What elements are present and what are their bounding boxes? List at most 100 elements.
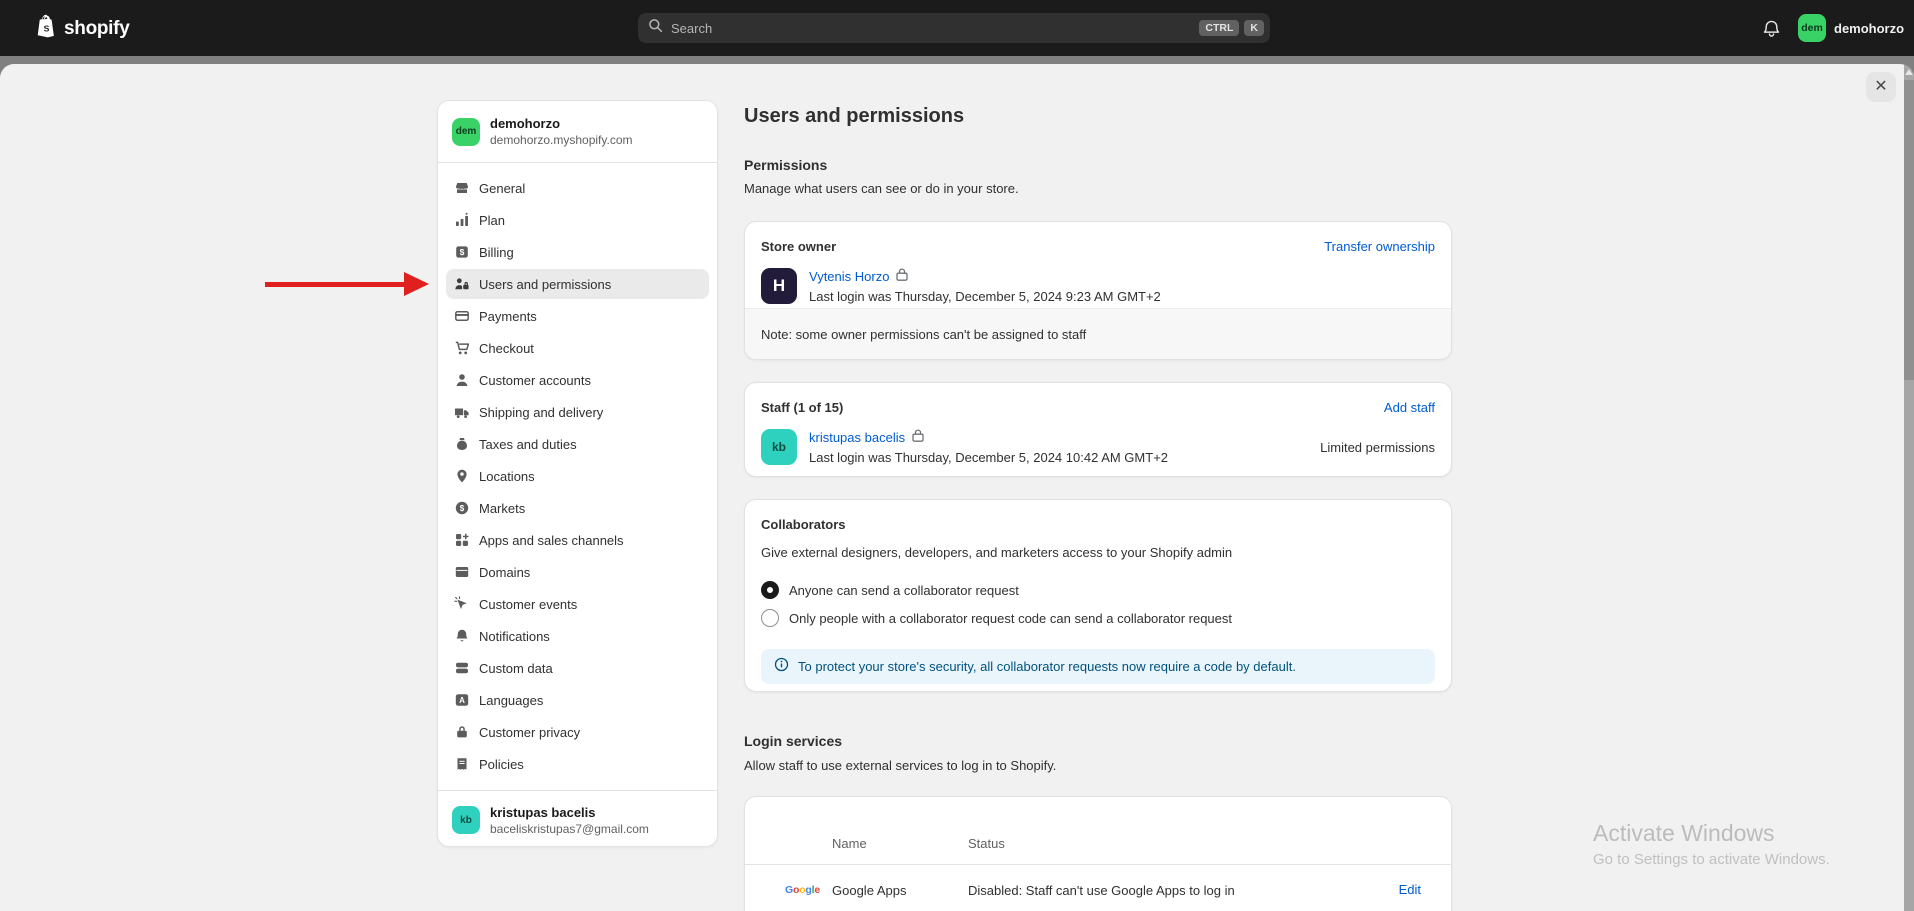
sidebar-item-label: Apps and sales channels (479, 533, 624, 548)
document-icon (454, 756, 470, 772)
shopify-bag-icon: S (34, 14, 57, 44)
sidebar-item-label: Markets (479, 501, 525, 516)
service-status: Disabled: Staff can't use Google Apps to… (968, 883, 1351, 898)
sidebar-item-locations[interactable]: Locations (446, 461, 709, 491)
payment-card-icon (454, 308, 470, 324)
sidebar-item-apps-and-sales-channels[interactable]: Apps and sales channels (446, 525, 709, 555)
sidebar-item-domains[interactable]: Domains (446, 557, 709, 587)
topbar: S shopify Search CTRL K dem demohorzo (0, 0, 1914, 56)
settings-sidebar: dem demohorzo demohorzo.myshopify.com Ge… (437, 100, 718, 847)
sidebar-item-label: Custom data (479, 661, 553, 676)
scrollbar-thumb[interactable] (1904, 80, 1914, 380)
shopify-logo[interactable]: S shopify (34, 14, 129, 44)
sidebar-item-notifications[interactable]: Notifications (446, 621, 709, 651)
sidebar-item-label: General (479, 181, 525, 196)
store-header[interactable]: dem demohorzo demohorzo.myshopify.com (438, 101, 717, 163)
staff-heading: Staff (1 of 15) (761, 399, 843, 417)
sidebar-item-label: Languages (479, 693, 543, 708)
transfer-ownership-link[interactable]: Transfer ownership (1324, 238, 1435, 256)
owner-name-link[interactable]: Vytenis Horzo (809, 268, 889, 286)
collaborator-option-code-only[interactable]: Only people with a collaborator request … (761, 608, 1435, 628)
dollar-card-icon: $ (454, 244, 470, 260)
svg-text:$: $ (460, 504, 465, 513)
staff-email: baceliskristupas7@gmail.com (490, 822, 649, 836)
sidebar-item-checkout[interactable]: Checkout (446, 333, 709, 363)
person-icon (454, 372, 470, 388)
sidebar-item-label: Shipping and delivery (479, 405, 603, 420)
truck-icon (454, 404, 470, 420)
scrollbar[interactable] (1904, 64, 1914, 911)
scrollbar-up-arrow[interactable] (1905, 69, 1913, 75)
collaborator-option-anyone[interactable]: Anyone can send a collaborator request (761, 580, 1435, 600)
owner-last-login: Last login was Thursday, December 5, 202… (809, 289, 1161, 304)
sidebar-item-customer-accounts[interactable]: Customer accounts (446, 365, 709, 395)
sidebar-item-label: Domains (479, 565, 530, 580)
bell-icon (454, 628, 470, 644)
permissions-heading: Permissions (744, 156, 1452, 174)
table-header-row: Name Status (745, 797, 1451, 865)
sidebar-item-custom-data[interactable]: Custom data (446, 653, 709, 683)
sidebar-user-footer[interactable]: kb kristupas bacelis baceliskristupas7@g… (438, 790, 717, 849)
owner-lock-icon (896, 268, 908, 286)
search-input[interactable]: Search CTRL K (638, 13, 1270, 43)
info-icon (774, 657, 789, 677)
globe-dollar-icon: $ (454, 500, 470, 516)
collaborators-heading: Collaborators (761, 516, 1435, 534)
collaborators-description: Give external designers, developers, and… (761, 544, 1435, 562)
sidebar-item-customer-privacy[interactable]: Customer privacy (446, 717, 709, 747)
sidebar-item-billing[interactable]: $ Billing (446, 237, 709, 267)
sidebar-item-taxes-and-duties[interactable]: Taxes and duties (446, 429, 709, 459)
staff-lock-icon (912, 429, 924, 447)
radio-unselected[interactable] (761, 609, 779, 627)
storefront-icon (454, 180, 470, 196)
sidebar-item-label: Users and permissions (479, 277, 611, 292)
sidebar-item-label: Billing (479, 245, 514, 260)
close-icon[interactable]: ✕ (1866, 72, 1896, 102)
store-owner-card: Store owner Transfer ownership H Vytenis… (744, 221, 1452, 360)
search-icon (648, 18, 663, 38)
user-name: demohorzo (1834, 21, 1904, 36)
user-menu[interactable]: dem demohorzo (1798, 14, 1904, 42)
google-logo: Google (785, 884, 832, 896)
radio-selected[interactable] (761, 581, 779, 599)
browser-window-icon (454, 564, 470, 580)
column-name: Name (832, 821, 968, 865)
staff-avatar: kb (452, 806, 480, 834)
notifications-bell-icon[interactable] (1762, 19, 1781, 43)
apps-grid-icon (454, 532, 470, 548)
store-name: demohorzo (490, 116, 633, 131)
database-icon (454, 660, 470, 676)
sidebar-item-label: Locations (479, 469, 535, 484)
annotation-arrow (265, 282, 407, 287)
banner-text: To protect your store's security, all co… (798, 659, 1296, 674)
sidebar-item-label: Customer events (479, 597, 577, 612)
staff-name-link[interactable]: kristupas bacelis (809, 429, 905, 447)
sidebar-item-users-and-permissions[interactable]: Users and permissions (446, 269, 709, 299)
owner-avatar: H (761, 268, 797, 304)
permissions-description: Manage what users can see or do in your … (744, 180, 1452, 198)
sidebar-item-shipping-and-delivery[interactable]: Shipping and delivery (446, 397, 709, 427)
money-bag-icon (454, 436, 470, 452)
edit-link[interactable]: Edit (1399, 882, 1421, 897)
sidebar-item-policies[interactable]: Policies (446, 749, 709, 779)
add-staff-link[interactable]: Add staff (1384, 399, 1435, 417)
sidebar-item-label: Customer accounts (479, 373, 591, 388)
collaborators-card: Collaborators Give external designers, d… (744, 499, 1452, 692)
service-name: Google Apps (832, 883, 968, 898)
sidebar-item-customer-events[interactable]: Customer events (446, 589, 709, 619)
sidebar-item-markets[interactable]: $ Markets (446, 493, 709, 523)
owner-note: Note: some owner permissions can't be as… (745, 308, 1451, 359)
map-pin-icon (454, 468, 470, 484)
svg-text:S: S (44, 23, 50, 33)
sidebar-item-plan[interactable]: Plan (446, 205, 709, 235)
sidebar-item-label: Payments (479, 309, 537, 324)
cart-icon (454, 340, 470, 356)
sidebar-item-general[interactable]: General (446, 173, 709, 203)
ctrl-key-badge: CTRL (1199, 20, 1239, 37)
column-status: Status (968, 821, 1351, 865)
shopify-wordmark: shopify (64, 18, 129, 40)
sidebar-item-languages[interactable]: A Languages (446, 685, 709, 715)
sidebar-item-label: Policies (479, 757, 524, 772)
sidebar-item-payments[interactable]: Payments (446, 301, 709, 331)
store-avatar: dem (452, 118, 480, 146)
